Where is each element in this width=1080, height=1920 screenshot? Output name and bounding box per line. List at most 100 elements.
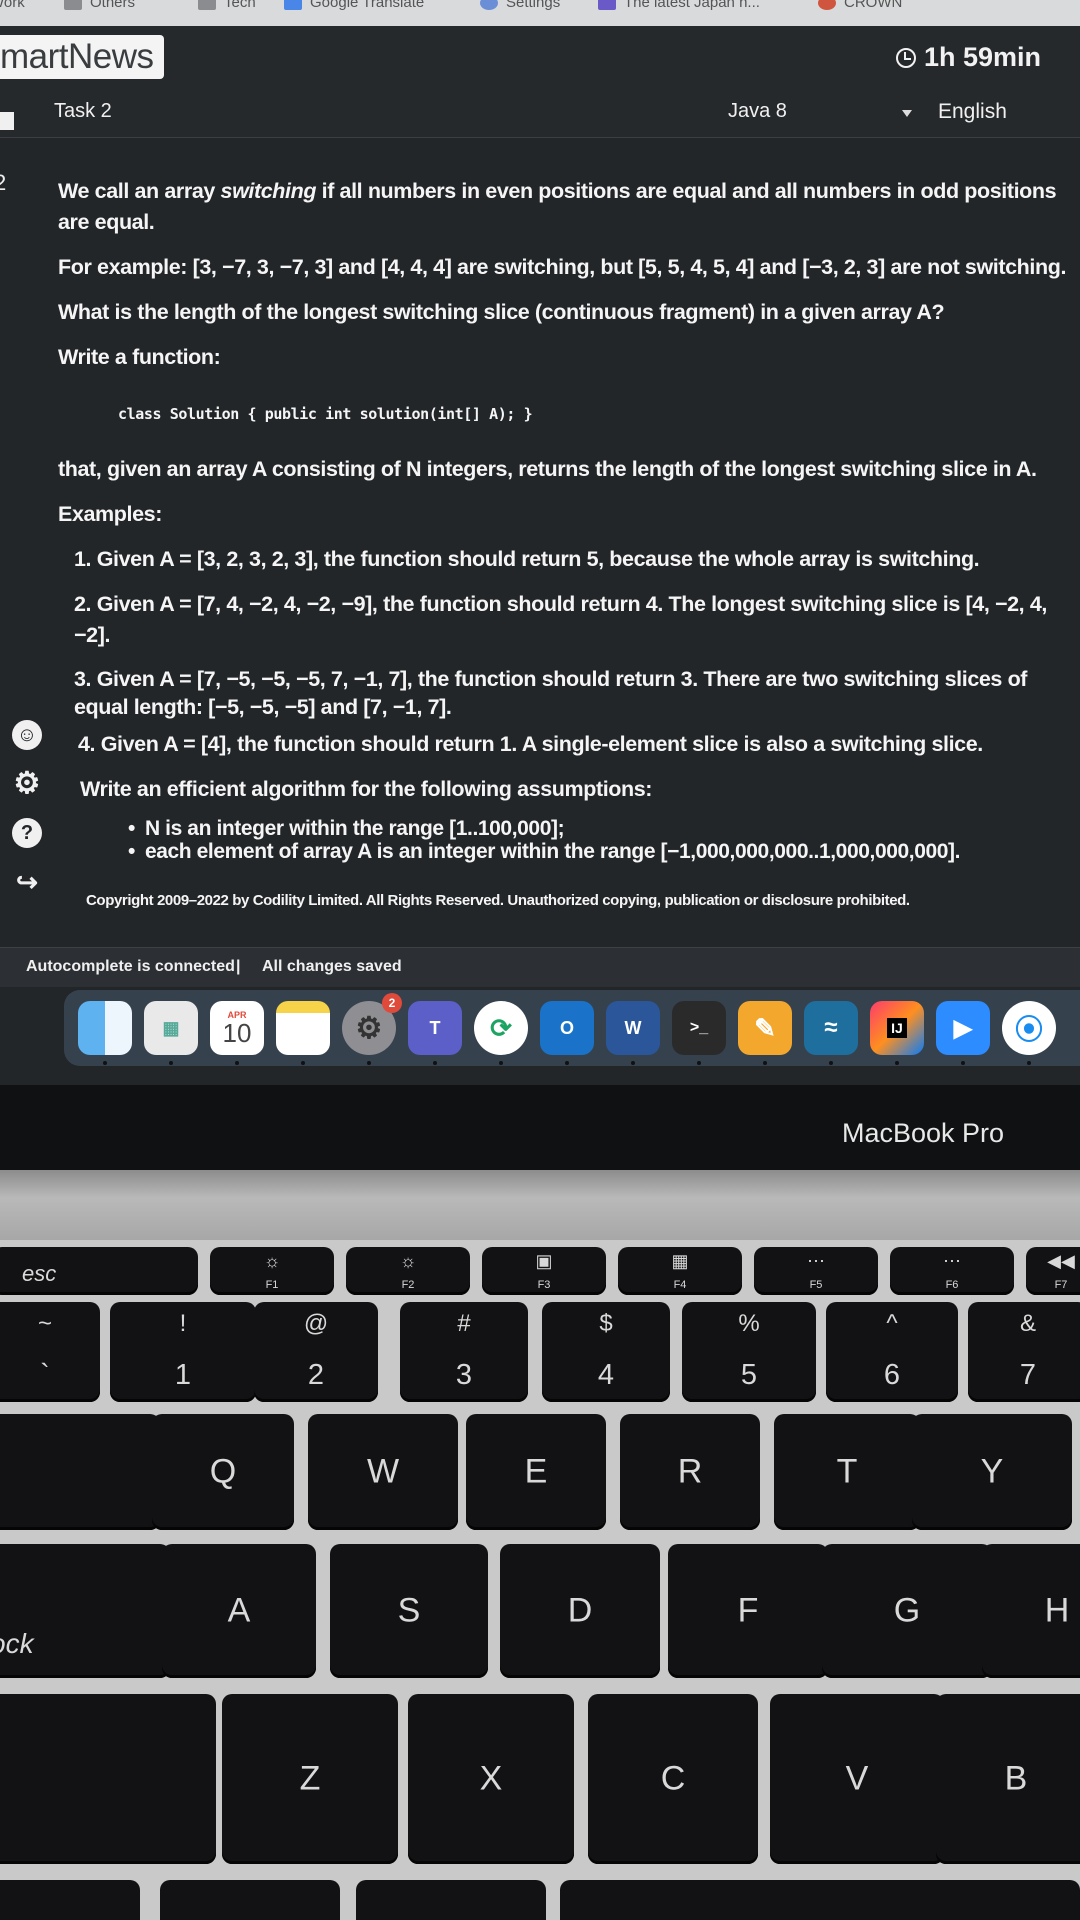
locale-select[interactable]: English xyxy=(938,100,1007,124)
launchpad-grid-icon: ▦ xyxy=(671,1251,689,1271)
key-tilde[interactable]: ~ ` xyxy=(0,1302,100,1402)
key-command[interactable] xyxy=(560,1880,1080,1920)
countdown-timer: 1h 59min xyxy=(896,42,1041,73)
system-settings-icon[interactable]: ⚙ 2 xyxy=(342,993,402,1065)
key-7[interactable]: & 7 xyxy=(968,1302,1080,1402)
pencil-app-icon[interactable]: ✎ xyxy=(738,1001,792,1065)
assumption-item: N is an integer within the range [1..100… xyxy=(128,817,1080,840)
key-e[interactable]: E xyxy=(466,1414,606,1530)
brand-logo[interactable]: martNews xyxy=(0,35,164,79)
key-f1[interactable]: ☼ F1 xyxy=(210,1247,334,1295)
key-option[interactable] xyxy=(356,1880,546,1920)
key-w[interactable]: W xyxy=(308,1414,458,1530)
calendar-icon[interactable]: APR 10 xyxy=(210,1001,264,1065)
gear-icon[interactable]: ⚙ xyxy=(12,769,42,799)
mysql-workbench-icon[interactable]: ≈ xyxy=(804,1001,858,1065)
example-item: 4. Given A = [4], the function should re… xyxy=(78,732,983,756)
key-z[interactable]: Z xyxy=(222,1694,398,1864)
key-tab[interactable] xyxy=(0,1414,160,1530)
vpn-icon[interactable]: ⟳ xyxy=(474,1001,528,1065)
key-f[interactable]: F xyxy=(668,1544,828,1678)
bookmark-work[interactable]: Work xyxy=(0,0,25,11)
write-function-label: Write a function: xyxy=(58,345,221,369)
terminal-icon[interactable]: >_ xyxy=(672,1001,726,1065)
sidebar-toggle[interactable] xyxy=(0,112,14,130)
key-f3[interactable]: ▣ F3 xyxy=(482,1247,606,1295)
laptop-screen: Work Others Tech Google Translate Settin… xyxy=(0,0,1080,1085)
autocomplete-status: Autocomplete is connected xyxy=(26,958,235,975)
bookmark-others[interactable]: Others xyxy=(64,0,135,11)
key-f4[interactable]: ▦ F4 xyxy=(618,1247,742,1295)
word-icon[interactable]: W xyxy=(606,1001,660,1065)
function-signature: class Solution { public int solution(int… xyxy=(118,405,533,423)
example-item: 2. Given A = [7, 4, −2, 4, −2, −9], the … xyxy=(74,592,1047,647)
key-esc[interactable]: esc xyxy=(0,1247,198,1295)
examples-title: Examples: xyxy=(58,502,162,526)
key-s[interactable]: S xyxy=(330,1544,488,1678)
launchpad-icon[interactable]: ▦ xyxy=(144,1001,198,1065)
crown-icon xyxy=(818,0,836,10)
zoom-icon[interactable]: ▶ xyxy=(936,1001,990,1065)
assumptions-title: Write an efficient algorithm for the fol… xyxy=(80,777,653,801)
chevron-down-icon[interactable] xyxy=(902,110,912,117)
brightness-down-icon: ☼ xyxy=(263,1251,281,1271)
key-q[interactable]: Q xyxy=(152,1414,294,1530)
key-3[interactable]: #3 xyxy=(400,1302,528,1402)
key-2[interactable]: @2 xyxy=(254,1302,378,1402)
key-v[interactable]: V xyxy=(770,1694,944,1864)
rewind-icon: ◀◀ xyxy=(1047,1251,1075,1271)
news-icon xyxy=(598,0,616,10)
key-g[interactable]: G xyxy=(822,1544,992,1678)
safari-icon[interactable]: ⦿ xyxy=(1002,1001,1056,1065)
bookmark-google-translate[interactable]: Google Translate xyxy=(284,0,424,11)
key-y[interactable]: Y xyxy=(912,1414,1072,1530)
key-r[interactable]: R xyxy=(620,1414,760,1530)
tab-task-2[interactable]: Task 2 xyxy=(54,100,112,123)
key-c[interactable]: C xyxy=(588,1694,758,1864)
notes-icon[interactable] xyxy=(276,1001,330,1065)
status-separator: | xyxy=(236,958,241,975)
key-a[interactable]: A xyxy=(162,1544,316,1678)
keyboard-light-up-icon: ⋯ xyxy=(943,1251,961,1271)
outlook-icon[interactable]: O xyxy=(540,1001,594,1065)
exit-icon[interactable]: ↪ xyxy=(12,867,42,897)
key-t[interactable]: T xyxy=(774,1414,920,1530)
bookmark-japan-news[interactable]: The latest Japan n... xyxy=(598,0,760,11)
example-item: 1. Given A = [3, 2, 3, 2, 3], the functi… xyxy=(74,547,980,571)
assumption-item: each element of array A is an integer wi… xyxy=(128,840,1080,863)
key-caps-lock[interactable]: ock xyxy=(0,1544,170,1678)
accessibility-icon[interactable]: ☺ xyxy=(12,720,42,750)
bookmark-crown[interactable]: CROWN xyxy=(818,0,902,11)
bookmark-tech[interactable]: Tech xyxy=(198,0,256,11)
key-shift[interactable] xyxy=(0,1694,216,1864)
intellij-icon[interactable]: IJ xyxy=(870,1001,924,1065)
teams-icon[interactable]: T xyxy=(408,1001,462,1065)
key-h[interactable]: H xyxy=(982,1544,1080,1678)
key-f5[interactable]: ⋯ F5 xyxy=(754,1247,878,1295)
key-f2[interactable]: ☼ F2 xyxy=(346,1247,470,1295)
intro-paragraph: We call an array switching if all number… xyxy=(58,179,1057,234)
translate-icon xyxy=(284,0,302,10)
bookmarks-bar: Work Others Tech Google Translate Settin… xyxy=(0,0,1080,26)
sidebar-task-number[interactable]: 2 xyxy=(0,170,6,196)
help-icon[interactable]: ? xyxy=(12,818,42,848)
key-b[interactable]: B xyxy=(936,1694,1080,1864)
language-select[interactable]: Java 8 xyxy=(728,100,787,123)
key-d[interactable]: D xyxy=(500,1544,660,1678)
gear-icon xyxy=(480,0,498,10)
key-4[interactable]: $4 xyxy=(542,1302,670,1402)
key-6[interactable]: ^ 6 xyxy=(826,1302,958,1402)
key-control[interactable] xyxy=(160,1880,340,1920)
finder-icon[interactable] xyxy=(78,1001,132,1065)
key-5[interactable]: % 5 xyxy=(682,1302,816,1402)
key-f7[interactable]: ◀◀ F7 xyxy=(1026,1247,1080,1295)
key-f6[interactable]: ⋯ F6 xyxy=(890,1247,1014,1295)
macos-dock: ▦ APR 10 ⚙ 2 T ⟳ O W >_ ✎ ≈ IJ ▶ ⦿ xyxy=(64,990,1080,1066)
bookmark-settings[interactable]: Settings xyxy=(480,0,560,11)
key-1[interactable]: ! 1 xyxy=(110,1302,256,1402)
example-item: 3. Given A = [7, −5, −5, −5, 7, −1, 7], … xyxy=(74,667,1028,719)
key-fn[interactable] xyxy=(0,1880,140,1920)
folder-icon xyxy=(64,0,82,10)
sidebar-icons: ☺ ⚙ ? ↪ xyxy=(12,720,52,916)
key-x[interactable]: X xyxy=(408,1694,574,1864)
